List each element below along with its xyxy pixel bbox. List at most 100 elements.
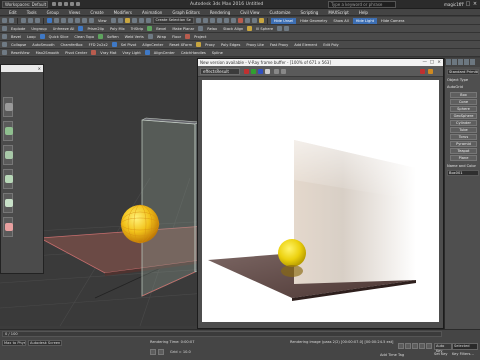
reset-xform-button[interactable]: Reset XForm [167,43,194,47]
make-planar-button[interactable]: Make Planar [170,27,196,31]
fast-proxy-button[interactable]: Fast Proxy [268,43,290,47]
object-category-dropdown[interactable]: Standard Primitives [447,69,479,75]
red-channel-icon[interactable] [244,69,249,74]
floor-button[interactable]: Floor [170,35,183,39]
next-frame-icon[interactable] [419,343,425,349]
project-button[interactable]: Project [192,35,208,39]
tool-icon[interactable] [185,34,191,39]
menu-views[interactable]: Views [64,9,86,15]
alpha-channel-icon[interactable] [265,69,270,74]
material-slot[interactable] [3,97,13,117]
cylinder-button[interactable]: Cylinder [450,120,477,126]
vray-mat-button[interactable]: Vray Mat [98,51,118,55]
tool-icon[interactable] [98,34,104,39]
scale-icon[interactable] [89,18,94,23]
spinner-snap-icon[interactable] [145,18,151,23]
pivot-center-button[interactable]: Pivot Center [63,51,89,55]
tool-icon[interactable] [111,42,117,47]
wrap-button[interactable]: Wrap [155,35,168,39]
auto-key-button[interactable]: Auto Key [434,343,452,353]
menu-modifiers[interactable]: Modifiers [109,9,137,15]
bind-icon[interactable] [35,18,40,23]
rendered-image[interactable] [202,80,439,322]
edit-poly-button[interactable]: Edit Poly [321,43,340,47]
loop-button[interactable]: Loop [25,35,38,39]
go-to-start-icon[interactable] [398,343,404,349]
open-icon[interactable] [58,2,62,6]
tool-icon[interactable] [144,50,150,55]
material-editor-close-button[interactable]: × [38,65,41,72]
clear-image-icon[interactable] [281,69,286,74]
rotate-icon[interactable] [82,18,87,23]
max-smooth-button[interactable]: Max2Smooth [34,51,62,55]
material-slot[interactable] [3,193,13,213]
menu-graph-editors[interactable]: Graph Editors [167,9,204,15]
align-icon[interactable] [202,18,208,23]
select-icon[interactable] [47,18,52,23]
prism-clip-button[interactable]: Prism2lip [85,27,106,31]
autogrid-checkbox[interactable]: AutoGrid [447,84,479,90]
viewport-mode-field[interactable]: Autodesk Screen Deferred [28,340,62,346]
angle-snap-icon[interactable] [131,18,137,23]
ribbon-icon[interactable] [216,18,222,23]
menu-tools[interactable]: Tools [22,9,42,15]
hierarchy-tab-icon[interactable] [458,59,463,65]
vfb-titlebar[interactable]: New version available - V-Ray frame buff… [198,59,443,66]
mirror-icon[interactable] [195,18,201,23]
unfreeze-all-button[interactable]: Unfreeze All [51,27,77,31]
object-type-section[interactable]: Object Type [447,77,479,83]
proxy-button[interactable]: Proxy [203,43,217,47]
show-all-button[interactable]: Show All [331,19,350,23]
material-editor-titlebar[interactable]: × [1,65,43,72]
tube-button[interactable]: Tube [450,127,477,133]
redo-icon[interactable] [9,18,14,23]
material-slot[interactable] [3,121,13,141]
workspace-dropdown[interactable]: Workspaces: Default [2,1,48,8]
rendered-frame-icon[interactable] [251,18,257,23]
poly-edges-button[interactable]: Poly Edges [219,43,242,47]
redo-icon[interactable] [76,2,80,6]
sphere-button[interactable]: Ill Sphere [254,27,275,31]
object-name-field[interactable]: Box001 [447,170,479,176]
schematic-icon[interactable] [230,18,236,23]
curve-editor-icon[interactable] [223,18,229,23]
cone-button[interactable]: Cone [450,99,477,105]
plane-button[interactable]: Plane [450,155,477,161]
menu-animation[interactable]: Animation [137,9,167,15]
save-image-icon[interactable] [274,69,279,74]
tool-icon[interactable] [2,50,7,55]
collapse-button[interactable]: Collapse [9,43,28,47]
ungroup-button[interactable]: Ungroup [29,27,48,31]
relax-button[interactable]: Relax [205,27,219,31]
render-setup-icon[interactable] [244,18,250,23]
reset-view-button[interactable]: ResetView [9,51,32,55]
selection-set-dropdown[interactable]: Selected [452,343,478,350]
menu-civil-view[interactable]: Civil View [235,9,264,15]
tool-icon[interactable] [147,26,153,31]
vfb-close-button[interactable]: × [437,59,441,66]
hide-camera-button[interactable]: Hide Camera [379,19,406,23]
material-editor-icon[interactable] [237,18,243,23]
close-button[interactable]: × [472,1,478,7]
save-icon[interactable] [64,2,68,6]
add-time-tag-button[interactable]: Add Time Tag [380,353,404,357]
stack-align-button[interactable]: Stack Align [221,27,245,31]
undo-icon[interactable] [70,2,74,6]
tool-icon[interactable] [39,34,45,39]
green-channel-icon[interactable] [251,69,256,74]
explode-button[interactable]: Explode [9,27,27,31]
minimize-button[interactable]: — [458,1,464,7]
menu-edit[interactable]: Edit [4,9,22,15]
undo-icon[interactable] [2,18,7,23]
quick-slice-button[interactable]: Quick Slice [47,35,71,39]
name-color-section[interactable]: Name and Color [447,163,479,169]
sel-pivot-button[interactable]: Sel Pivot [119,43,138,47]
search-input[interactable]: Type a keyword or phrase [328,1,396,8]
tool-icon[interactable] [198,26,204,31]
vray-frame-buffer-window[interactable]: New version available - V-Ray frame buff… [197,58,444,329]
select-manipulate-icon[interactable] [117,18,123,23]
select-by-name-icon[interactable] [54,18,59,23]
material-editor-window[interactable]: × [0,64,44,274]
hide-unselected-button[interactable]: Hide Unsel [270,17,297,24]
selection-region-icon[interactable] [61,18,66,23]
